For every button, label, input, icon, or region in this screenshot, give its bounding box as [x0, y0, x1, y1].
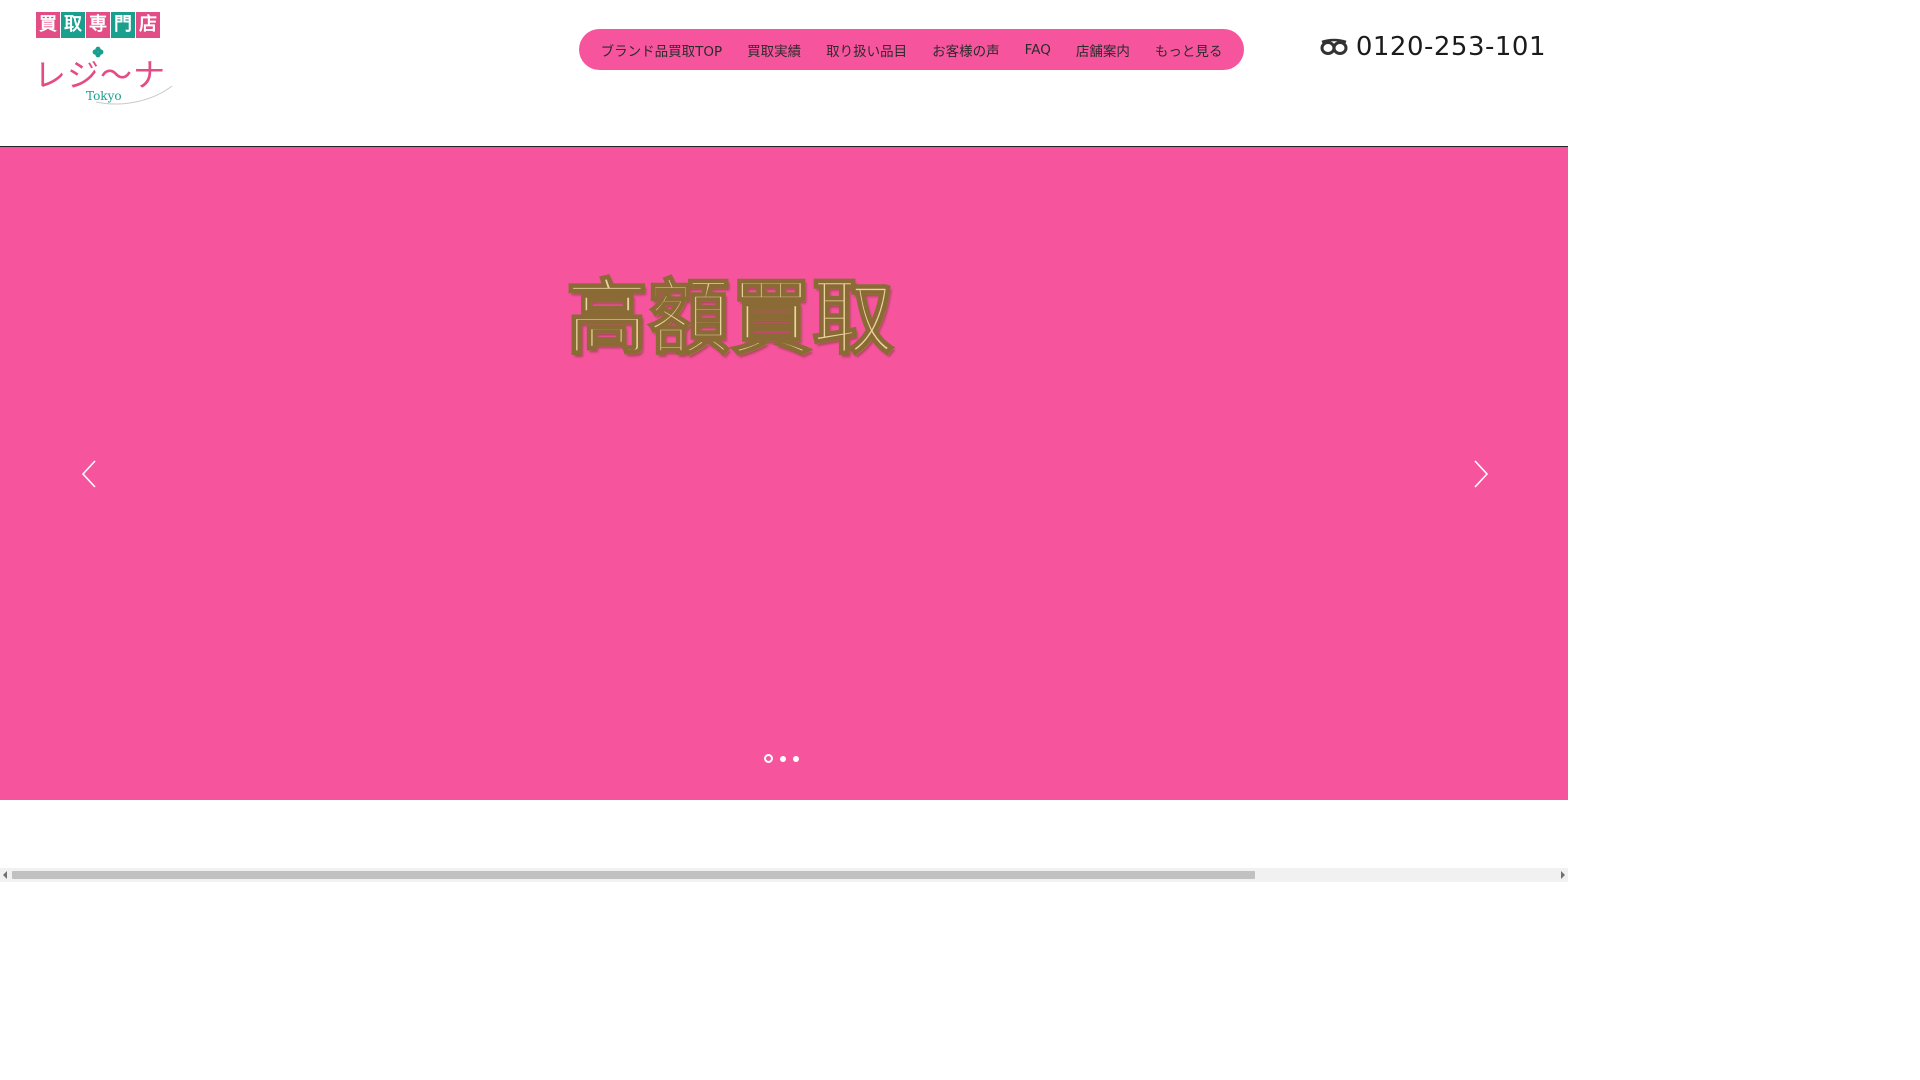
logo-badge: 門 — [111, 12, 135, 38]
slider-dot-2[interactable] — [780, 755, 786, 762]
nav-item-results[interactable]: 買取実績 — [735, 40, 814, 60]
freedial-icon — [1320, 38, 1348, 55]
chevron-right-icon[interactable] — [1466, 457, 1496, 491]
hero-title: 高額買取 — [565, 269, 895, 367]
logo-badge: 取 — [61, 12, 85, 38]
nav-item-faq[interactable]: FAQ — [1012, 42, 1063, 58]
nav-item-brand-top[interactable]: ブランド品買取TOP — [588, 40, 735, 60]
phone-number: 0120-253-101 — [1355, 32, 1546, 62]
scroll-right-icon[interactable] — [1561, 871, 1565, 879]
logo-badge: 買 — [36, 12, 60, 38]
logo-subtitle: Tokyo — [86, 89, 122, 103]
nav-item-more[interactable]: もっと見る — [1142, 40, 1235, 60]
nav-item-reviews[interactable]: お客様の声 — [920, 40, 1013, 60]
logo-badges: 買 取 専 門 店 — [36, 12, 170, 38]
main-nav: ブランド品買取TOP 買取実績 取り扱い品目 お客様の声 FAQ 店舗案内 もっ… — [579, 29, 1244, 70]
phone-contact[interactable]: 0120-253-101 — [1320, 32, 1546, 62]
nav-item-store[interactable]: 店舗案内 — [1063, 40, 1142, 60]
site-logo[interactable]: 買 取 専 門 店 レジ〜ナ Tokyo — [34, 12, 173, 105]
hero-slider: 高額買取 — [0, 147, 1568, 800]
logo-badge: 店 — [136, 12, 160, 38]
horizontal-scrollbar[interactable] — [0, 868, 1568, 882]
slider-dot-1[interactable] — [764, 754, 773, 763]
slider-dot-3[interactable] — [793, 755, 799, 762]
chevron-left-icon[interactable] — [74, 457, 104, 491]
nav-item-items[interactable]: 取り扱い品目 — [814, 40, 920, 60]
scrollbar-thumb[interactable] — [12, 871, 1255, 879]
site-header: 買 取 専 門 店 レジ〜ナ Tokyo ブランド品買取TOP 買取実績 取り扱… — [0, 0, 1568, 147]
page: 買 取 専 門 店 レジ〜ナ Tokyo ブランド品買取TOP 買取実績 取り扱… — [0, 0, 1568, 882]
logo-badge: 専 — [86, 12, 110, 38]
scroll-left-icon[interactable] — [3, 871, 7, 879]
slider-pagination — [764, 754, 799, 763]
